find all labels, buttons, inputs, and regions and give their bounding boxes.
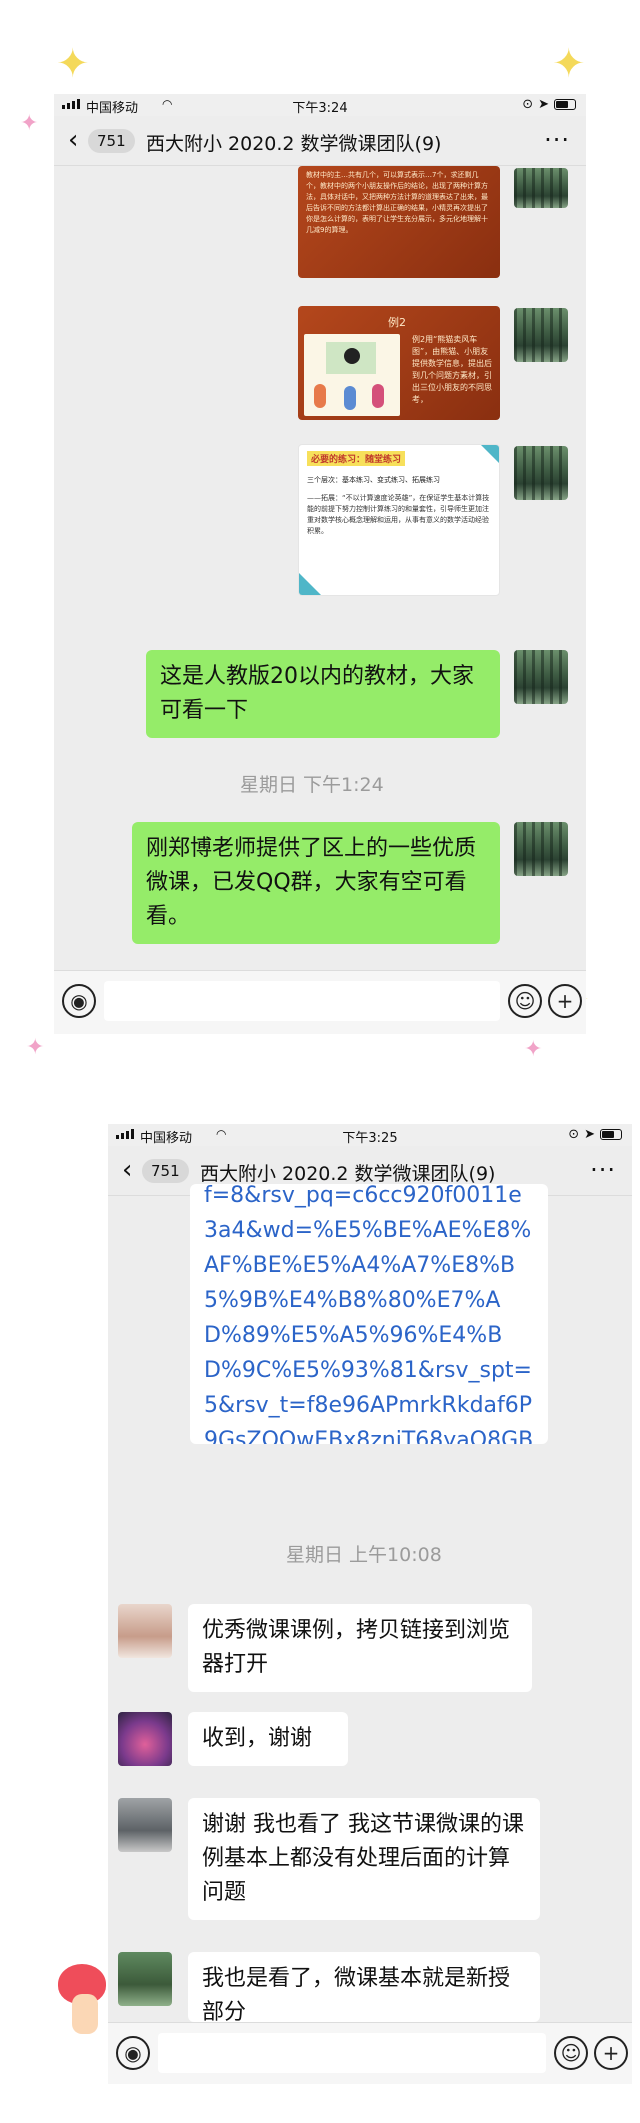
wifi-icon: ◠	[216, 1127, 227, 1141]
back-chevron-icon[interactable]: ‹	[122, 1155, 132, 1185]
battery-icon	[600, 1129, 622, 1140]
chat-screen-2: 中国移动 ◠ 下午3:25 ⊙ ➤ ‹ 751 西大附小 2020.2 数学微课…	[108, 1124, 632, 2084]
link-text[interactable]: f=8&rsv_pq=c6cc920f0011e3a4&wd=%E5%BE%AE…	[204, 1184, 534, 1444]
clock: 下午3:24	[292, 101, 348, 116]
unread-badge[interactable]: 751	[88, 129, 135, 153]
heart-icon	[52, 1958, 114, 2034]
more-icon[interactable]: ···	[590, 1156, 616, 1184]
outgoing-message[interactable]: 这是人教版20以内的教材，大家可看一下	[146, 650, 500, 738]
message-input[interactable]	[158, 2033, 546, 2073]
incoming-message[interactable]: 优秀微课课例，拷贝链接到浏览器打开	[188, 1604, 532, 1692]
lock-rotation-icon: ⊙	[522, 97, 534, 112]
timestamp: 星期日 上午10:08	[286, 1544, 442, 1566]
plus-icon[interactable]: +	[548, 984, 582, 1018]
location-icon: ➤	[584, 1127, 595, 1142]
unread-badge[interactable]: 751	[142, 1159, 189, 1183]
outgoing-message[interactable]: 刚郑博老师提供了区上的一些优质微课，已发QQ群，大家有空可看看。	[132, 822, 500, 944]
wifi-icon: ◠	[162, 97, 173, 111]
plus-icon[interactable]: +	[594, 2036, 628, 2070]
incoming-message[interactable]: 谢谢 我也看了 我这节课微课的课例基本上都没有处理后面的计算问题	[188, 1798, 540, 1920]
chat-screen-1: 中国移动 ◠ 下午3:24 ⊙ ➤ ‹ 751 西大附小 2020.2 数学微课…	[54, 94, 586, 1034]
sparkle-icon: ✦	[56, 41, 90, 87]
message-input[interactable]	[104, 981, 500, 1021]
avatar[interactable]	[118, 1604, 172, 1658]
status-bar: 中国移动 ◠ 下午3:25 ⊙ ➤	[108, 1124, 632, 1146]
slide-heading: 必要的练习：随堂练习	[307, 451, 406, 466]
slide-title: 例2	[388, 316, 406, 329]
chat-title: 西大附小 2020.2 数学微课团队(9)	[200, 1163, 496, 1185]
slide-image[interactable]: 例2 例2用“熊猫卖风车图”，由熊猫、小朋友提供数学信息，提出后到几个问题方素材…	[298, 306, 500, 420]
voice-icon[interactable]: ◉	[62, 984, 96, 1018]
slide-text: 教材中的主…共有几个，可以算式表示…7个，求还剩几个，教材中的两个小朋友操作后的…	[306, 171, 488, 234]
chat-title: 西大附小 2020.2 数学微课团队(9)	[146, 133, 442, 155]
voice-icon[interactable]: ◉	[116, 2036, 150, 2070]
avatar[interactable]	[514, 446, 568, 500]
avatar[interactable]	[514, 822, 568, 876]
clock: 下午3:25	[342, 1131, 398, 1146]
timestamp: 星期日 下午1:24	[240, 774, 384, 796]
signal-icon	[116, 1129, 134, 1139]
slide-subtitle: 三个层次：基本练习、变式练习、拓展练习	[307, 476, 440, 484]
slide-corner	[481, 445, 499, 463]
battery-icon	[554, 99, 576, 110]
link-message[interactable]: f=8&rsv_pq=c6cc920f0011e3a4&wd=%E5%BE%AE…	[190, 1184, 548, 1444]
slide-body: ——拓展：“不以计算速度论英雄”，在保证学生基本计算技能的前提下努力控制计算练习…	[307, 494, 490, 535]
avatar[interactable]	[514, 308, 568, 362]
slide-corner	[299, 573, 321, 595]
emoji-icon[interactable]: ☺	[508, 984, 542, 1018]
status-bar: 中国移动 ◠ 下午3:24 ⊙ ➤	[54, 94, 586, 116]
carrier: 中国移动	[86, 101, 139, 116]
sparkle-icon: ✦	[552, 41, 586, 87]
status-right: ⊙ ➤	[568, 1127, 622, 1142]
slide-image[interactable]: 教材中的主…共有几个，可以算式表示…7个，求还剩几个，教材中的两个小朋友操作后的…	[298, 166, 500, 278]
incoming-message[interactable]: 收到，谢谢	[188, 1712, 348, 1766]
sparkle-icon: ✦	[26, 1035, 45, 1060]
sparkle-icon: ✦	[524, 1037, 543, 1062]
slide-illustration	[304, 334, 400, 416]
input-bar: ◉ ☺ +	[54, 970, 586, 1034]
status-right: ⊙ ➤	[522, 97, 576, 112]
back-chevron-icon[interactable]: ‹	[68, 125, 78, 155]
incoming-message[interactable]: 我也是看了，微课基本就是新授部分	[188, 1952, 540, 2022]
carrier: 中国移动	[140, 1131, 193, 1146]
avatar[interactable]	[514, 650, 568, 704]
avatar[interactable]	[514, 168, 568, 208]
slide-text: 例2用“熊猫卖风车图”，由熊猫、小朋友提供数学信息，提出后到几个问题方素材，引出…	[412, 335, 492, 404]
more-icon[interactable]: ···	[544, 126, 570, 154]
avatar[interactable]	[118, 1952, 172, 2006]
slide-image[interactable]: 必要的练习：随堂练习 三个层次：基本练习、变式练习、拓展练习 ——拓展：“不以计…	[298, 444, 500, 596]
avatar[interactable]	[118, 1712, 172, 1766]
location-icon: ➤	[538, 97, 549, 112]
avatar[interactable]	[118, 1798, 172, 1852]
signal-icon	[62, 99, 80, 109]
emoji-icon[interactable]: ☺	[554, 2036, 588, 2070]
input-bar: ◉ ☺ +	[108, 2022, 632, 2084]
lock-rotation-icon: ⊙	[568, 1127, 580, 1142]
chat-nav-bar: ‹ 751 西大附小 2020.2 数学微课团队(9) ···	[54, 116, 586, 166]
sparkle-icon: ✦	[20, 111, 39, 136]
